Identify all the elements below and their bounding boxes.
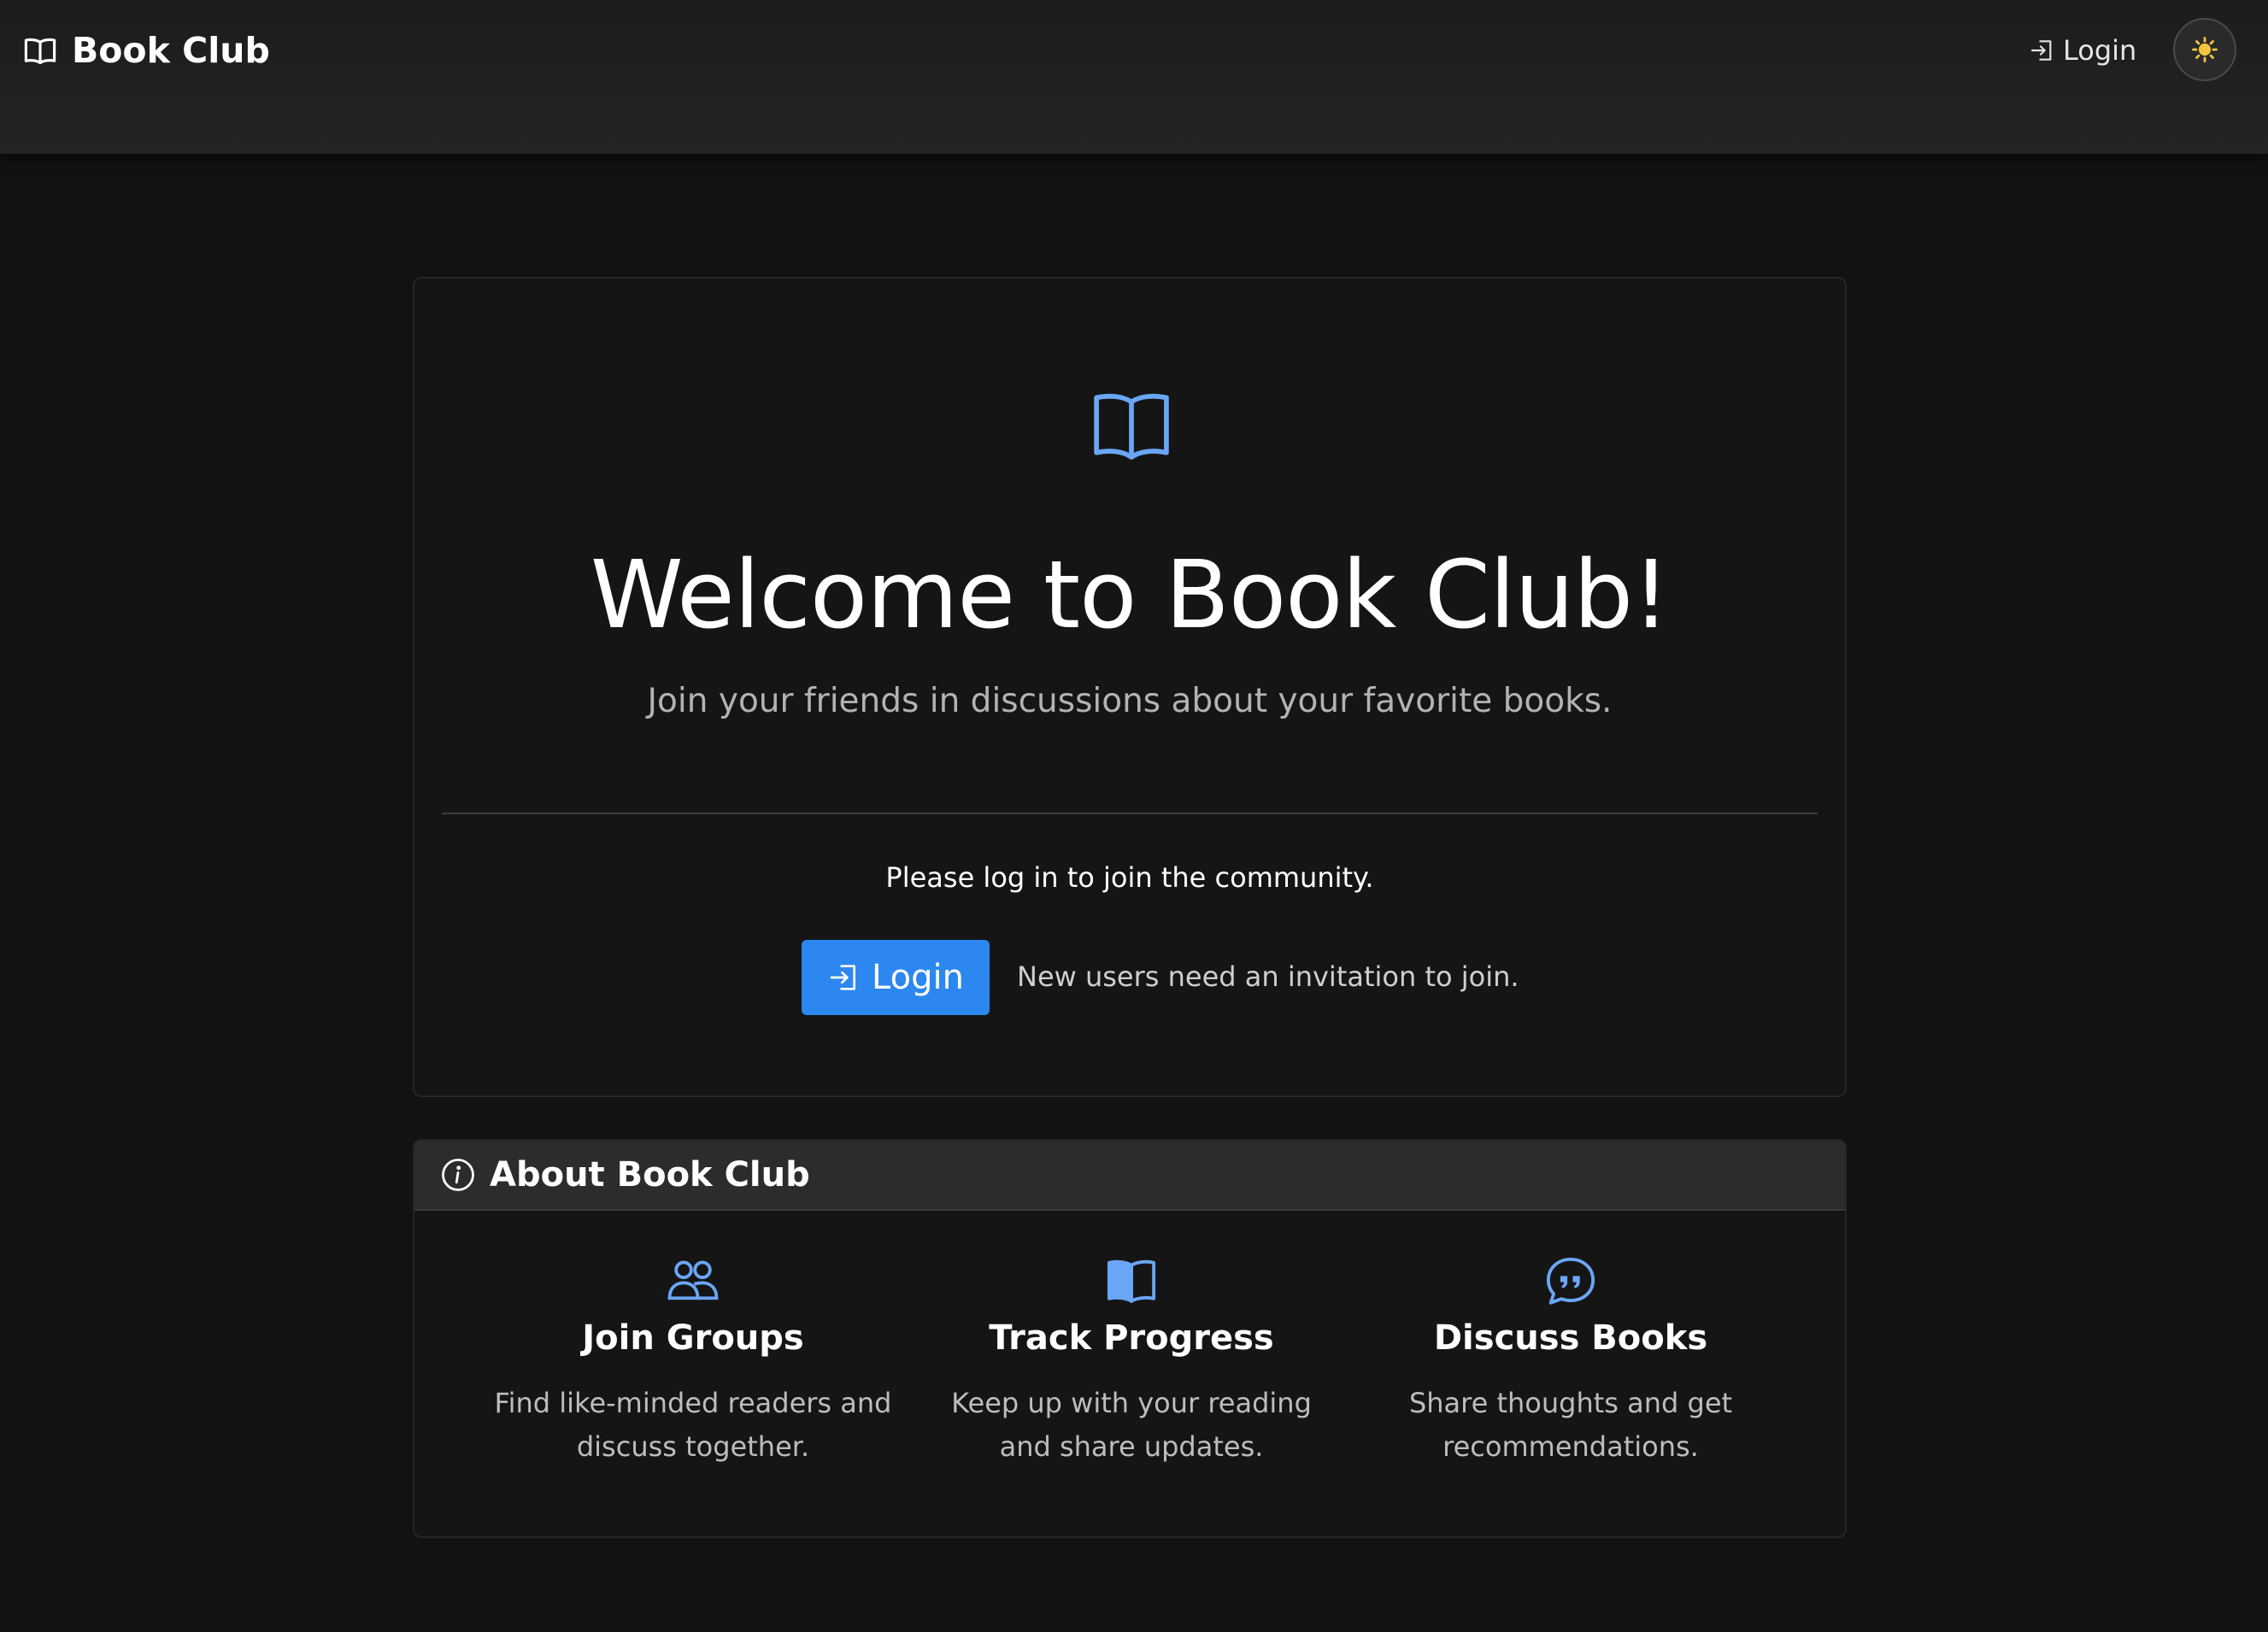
about-heading: About Book Club bbox=[490, 1155, 810, 1195]
brand-link[interactable]: Book Club bbox=[22, 29, 270, 72]
invitation-note: New users need an invitation to join. bbox=[1017, 960, 1519, 993]
feature-title: Discuss Books bbox=[1433, 1318, 1708, 1358]
feature-description: Keep up with your reading and share upda… bbox=[951, 1387, 1312, 1463]
brand-name: Book Club bbox=[72, 30, 270, 71]
page-subtitle: Join your friends in discussions about y… bbox=[647, 682, 1613, 720]
people-icon bbox=[667, 1260, 719, 1300]
nav-login-label: Login bbox=[2063, 34, 2137, 67]
login-button-label: Login bbox=[872, 958, 964, 997]
login-prompt: Please log in to join the community. bbox=[885, 861, 1374, 894]
about-card: About Book Club Join Groups Find like-mi… bbox=[413, 1139, 1847, 1538]
feature-join-groups: Join Groups Find like-minded readers and… bbox=[488, 1253, 898, 1469]
top-navbar: Book Club Login bbox=[0, 0, 2268, 154]
book-icon bbox=[1107, 1259, 1156, 1303]
login-icon bbox=[2030, 40, 2052, 61]
info-icon bbox=[442, 1159, 474, 1191]
feature-description: Find like-minded readers and discuss tog… bbox=[494, 1387, 892, 1463]
quote-chat-icon bbox=[1546, 1257, 1595, 1305]
open-book-icon bbox=[1094, 393, 1169, 460]
feature-title: Join Groups bbox=[582, 1318, 804, 1358]
welcome-card: Welcome to Book Club! Join your friends … bbox=[413, 277, 1847, 1097]
login-button[interactable]: Login bbox=[802, 940, 990, 1015]
feature-description: Share thoughts and get recommendations. bbox=[1408, 1387, 1733, 1463]
login-icon bbox=[830, 965, 856, 990]
divider bbox=[442, 813, 1818, 814]
about-header: About Book Club bbox=[414, 1141, 1845, 1211]
sun-icon bbox=[2192, 37, 2218, 62]
open-book-icon bbox=[24, 38, 56, 65]
feature-track-progress: Track Progress Keep up with your reading… bbox=[926, 1253, 1337, 1469]
page-title: Welcome to Book Club! bbox=[590, 540, 1670, 649]
nav-login-link[interactable]: Login bbox=[2029, 29, 2136, 72]
feature-title: Track Progress bbox=[989, 1318, 1274, 1358]
feature-discuss-books: Discuss Books Share thoughts and get rec… bbox=[1366, 1253, 1776, 1469]
theme-toggle-button[interactable] bbox=[2173, 18, 2236, 81]
